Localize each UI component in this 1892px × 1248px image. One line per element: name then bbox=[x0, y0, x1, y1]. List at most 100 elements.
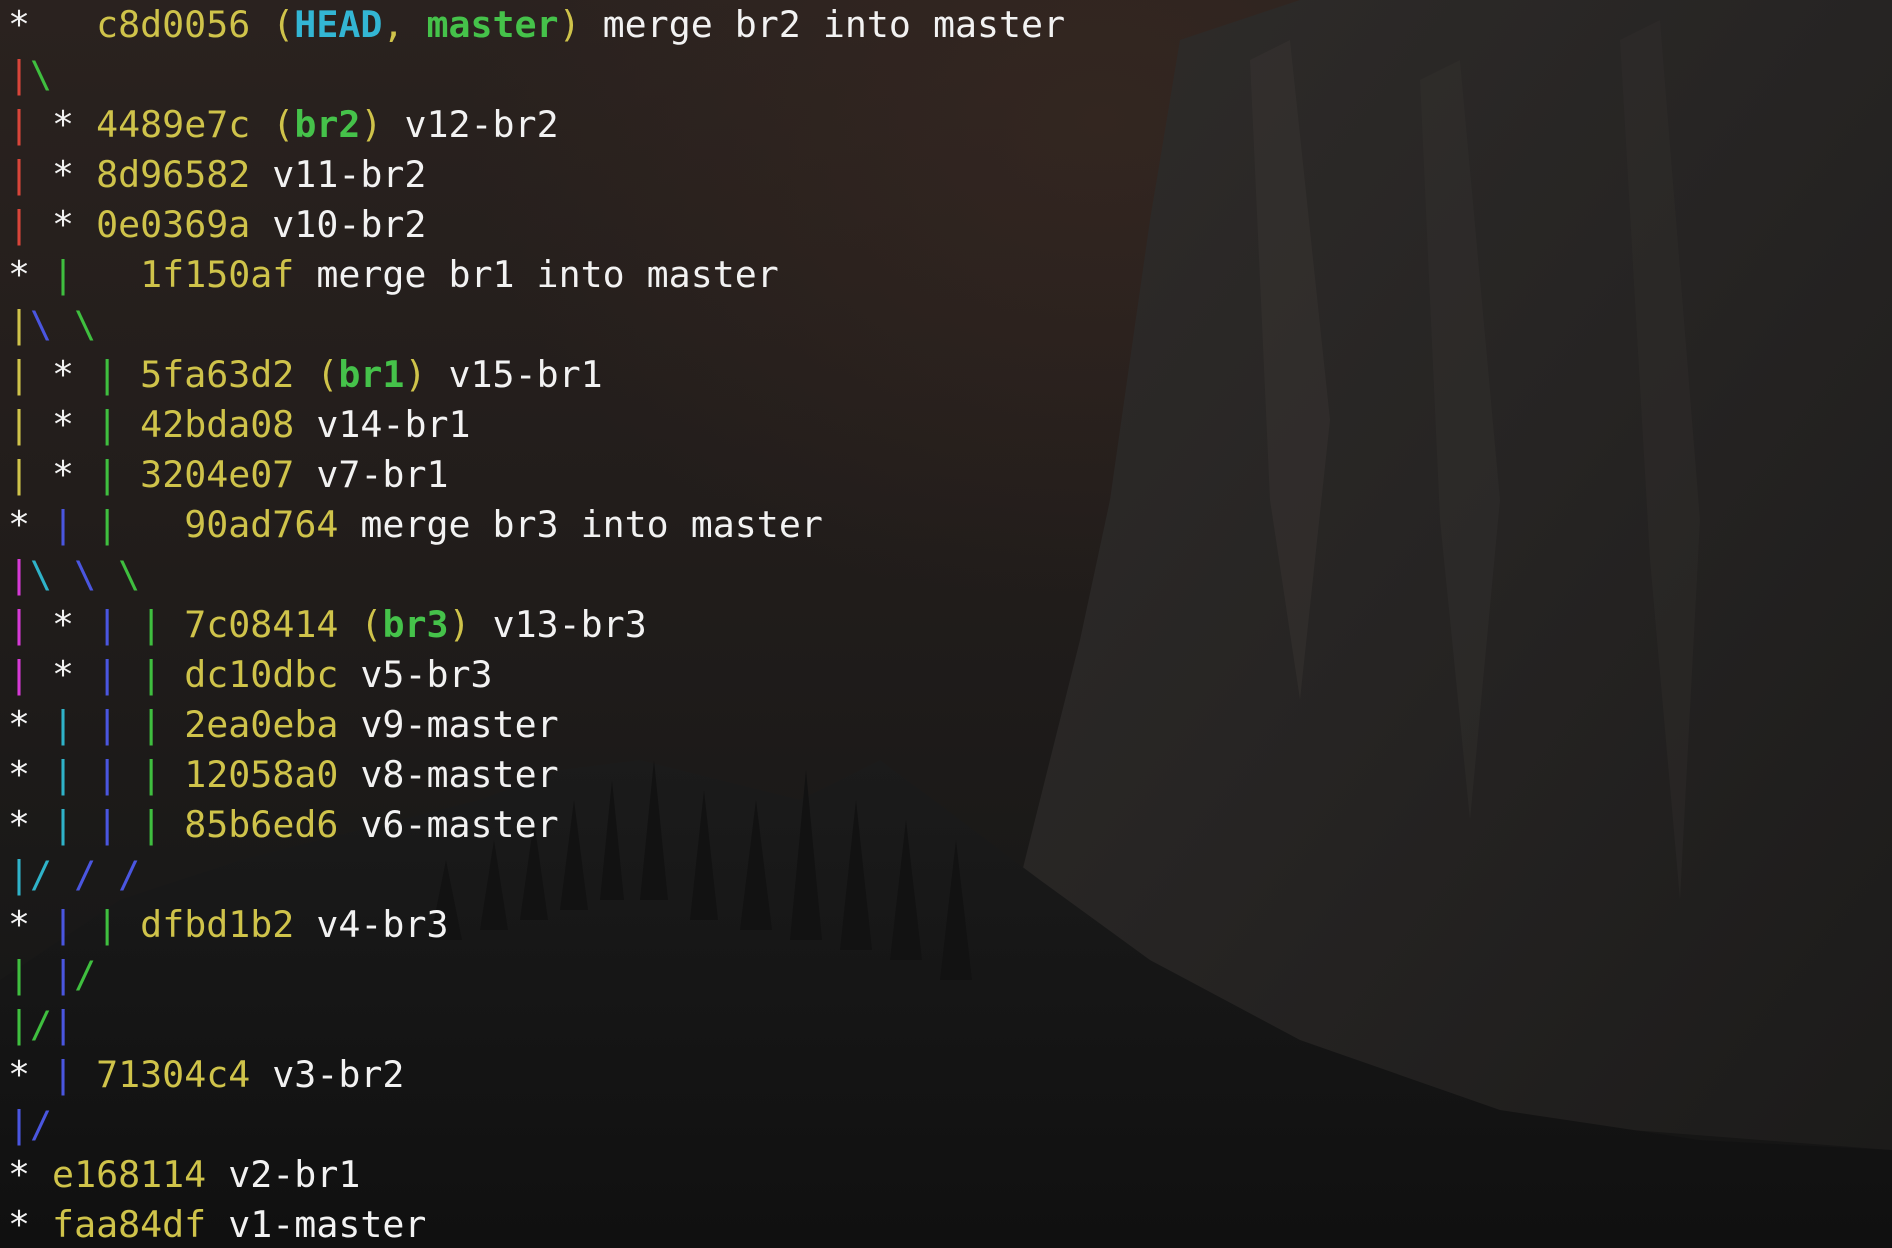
graph-edge: | bbox=[96, 453, 119, 496]
graph-edge: | bbox=[96, 403, 119, 446]
commit-hash: 90ad764 bbox=[184, 503, 339, 546]
graph-edge: | bbox=[96, 753, 119, 796]
commit-hash: 3204e07 bbox=[140, 453, 295, 496]
log-text: v14-br1 bbox=[294, 403, 471, 446]
git-log-line: | * | 3204e07 v7-br1 bbox=[8, 450, 1065, 500]
graph-edge: | bbox=[140, 753, 163, 796]
log-text: ) bbox=[558, 3, 581, 46]
log-text: v15-br1 bbox=[426, 353, 603, 396]
graph-edge: | bbox=[52, 703, 75, 746]
log-text: v4-br3 bbox=[294, 903, 449, 946]
log-text: v13-br3 bbox=[470, 603, 647, 646]
commit-hash: 8d96582 bbox=[96, 153, 251, 196]
log-text: ) bbox=[404, 353, 427, 396]
graph-commit-node: * bbox=[30, 153, 97, 196]
graph-edge: / bbox=[74, 853, 97, 896]
graph-commit-node: * bbox=[8, 903, 53, 946]
graph-commit-node: * bbox=[8, 503, 53, 546]
ref-label: HEAD bbox=[294, 3, 383, 46]
graph-edge: | bbox=[8, 153, 31, 196]
commit-hash: 0e0369a bbox=[96, 203, 251, 246]
graph-edge: | bbox=[8, 353, 31, 396]
graph-edge: \ bbox=[30, 303, 53, 346]
commit-hash: c8d0056 bbox=[96, 3, 251, 46]
log-text: merge br2 into master bbox=[580, 3, 1066, 46]
git-log-line: | * | 5fa63d2 (br1) v15-br1 bbox=[8, 350, 1065, 400]
graph-edge: | bbox=[52, 753, 75, 796]
git-log-line: * faa84df v1-master bbox=[8, 1200, 1065, 1248]
git-log-line: | |/ bbox=[8, 950, 1065, 1000]
log-text: ( bbox=[250, 3, 295, 46]
log-text: v9-master bbox=[338, 703, 559, 746]
graph-commit-node: * bbox=[30, 653, 97, 696]
graph-commit-node: * bbox=[8, 753, 53, 796]
graph-commit-node: * bbox=[8, 1053, 53, 1096]
terminal-git-log-output: * c8d0056 (HEAD, master) merge br2 into … bbox=[8, 0, 1065, 1248]
commit-hash: 1f150af bbox=[140, 253, 295, 296]
git-log-line: | * | | 7c08414 (br3) v13-br3 bbox=[8, 600, 1065, 650]
graph-edge: | bbox=[52, 803, 75, 846]
graph-edge: | bbox=[140, 603, 163, 646]
graph-commit-node: * bbox=[8, 3, 97, 46]
graph-edge: | bbox=[52, 903, 75, 946]
commit-hash: 71304c4 bbox=[96, 1053, 251, 1096]
log-text: merge br3 into master bbox=[338, 503, 823, 546]
log-text: v5-br3 bbox=[338, 653, 493, 696]
graph-edge: / bbox=[30, 853, 53, 896]
commit-hash: 12058a0 bbox=[184, 753, 339, 796]
log-text: ( bbox=[338, 603, 383, 646]
log-text: v8-master bbox=[338, 753, 559, 796]
graph-edge: / bbox=[30, 1003, 53, 1046]
graph-edge: \ bbox=[74, 553, 97, 596]
git-log-line: | * 0e0369a v10-br2 bbox=[8, 200, 1065, 250]
graph-commit-node: * bbox=[8, 253, 53, 296]
log-text: v6-master bbox=[338, 803, 559, 846]
git-log-line: |\ \ \ bbox=[8, 550, 1065, 600]
ref-label: br2 bbox=[294, 103, 361, 146]
ref-label: br1 bbox=[338, 353, 405, 396]
commit-hash: dfbd1b2 bbox=[140, 903, 295, 946]
log-text: ) bbox=[360, 103, 383, 146]
graph-edge: \ bbox=[30, 553, 53, 596]
commit-hash: 2ea0eba bbox=[184, 703, 339, 746]
git-log-line: * c8d0056 (HEAD, master) merge br2 into … bbox=[8, 0, 1065, 50]
git-log-line: * | | | 12058a0 v8-master bbox=[8, 750, 1065, 800]
graph-commit-node: * bbox=[30, 603, 97, 646]
graph-edge: | bbox=[96, 603, 119, 646]
graph-commit-node: * bbox=[30, 203, 97, 246]
graph-edge: | bbox=[8, 453, 31, 496]
graph-edge: | bbox=[140, 703, 163, 746]
graph-edge: | bbox=[52, 1053, 75, 1096]
graph-edge: | bbox=[140, 803, 163, 846]
graph-edge: | bbox=[140, 653, 163, 696]
log-text: v1-master bbox=[206, 1203, 427, 1246]
graph-edge: / bbox=[74, 953, 97, 996]
graph-edge: | bbox=[96, 653, 119, 696]
graph-edge: | bbox=[8, 53, 31, 96]
graph-commit-node: * bbox=[30, 103, 97, 146]
log-text: ) bbox=[448, 603, 471, 646]
git-log-line: * | | 90ad764 merge br3 into master bbox=[8, 500, 1065, 550]
graph-edge: | bbox=[96, 703, 119, 746]
graph-edge: | bbox=[8, 553, 31, 596]
